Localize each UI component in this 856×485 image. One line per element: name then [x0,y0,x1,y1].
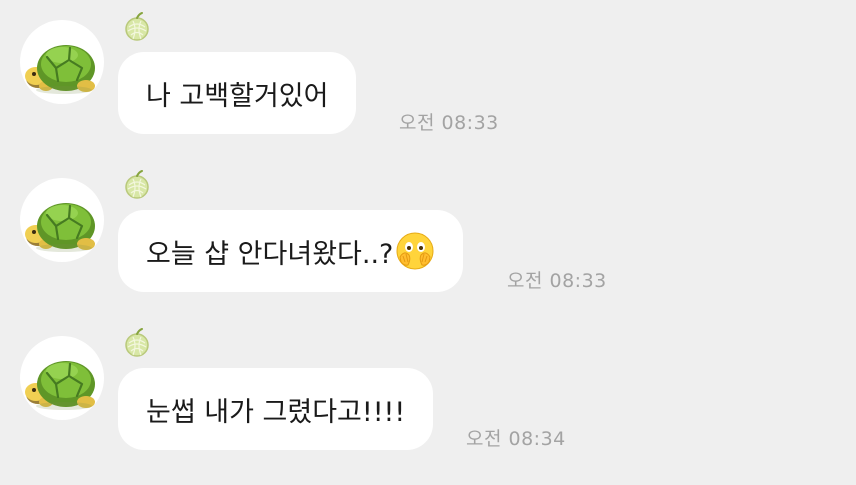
face-with-hands-over-eyes-emoji-icon [395,231,435,271]
message-text: 눈썹 내가 그렸다고!!!! [146,396,406,428]
chat-message: 나 고백할거있어 오전 08:33 [0,0,856,150]
turtle-avatar-icon[interactable] [20,336,104,420]
message-bubble[interactable]: 나 고백할거있어 [118,52,357,134]
message-bubble[interactable]: 오늘 샵 안다녀왔다..? [118,210,464,292]
melon-icon [121,169,153,201]
message-text: 오늘 샵 안다녀왔다..? [146,238,394,270]
melon-icon [121,11,153,43]
turtle-avatar-icon[interactable] [20,20,104,104]
chat-message: 오늘 샵 안다녀왔다..? 오전 08:33 [0,158,856,308]
message-timestamp: 오전 08:33 [507,270,607,292]
message-text: 나 고백할거있어 [146,80,329,112]
melon-icon [121,327,153,359]
message-timestamp: 오전 08:33 [399,112,499,134]
turtle-avatar-icon[interactable] [20,178,104,262]
chat-message: 눈썹 내가 그렸다고!!!! 오전 08:34 [0,316,856,466]
message-timestamp: 오전 08:34 [466,428,566,450]
message-bubble[interactable]: 눈썹 내가 그렸다고!!!! [118,368,434,450]
